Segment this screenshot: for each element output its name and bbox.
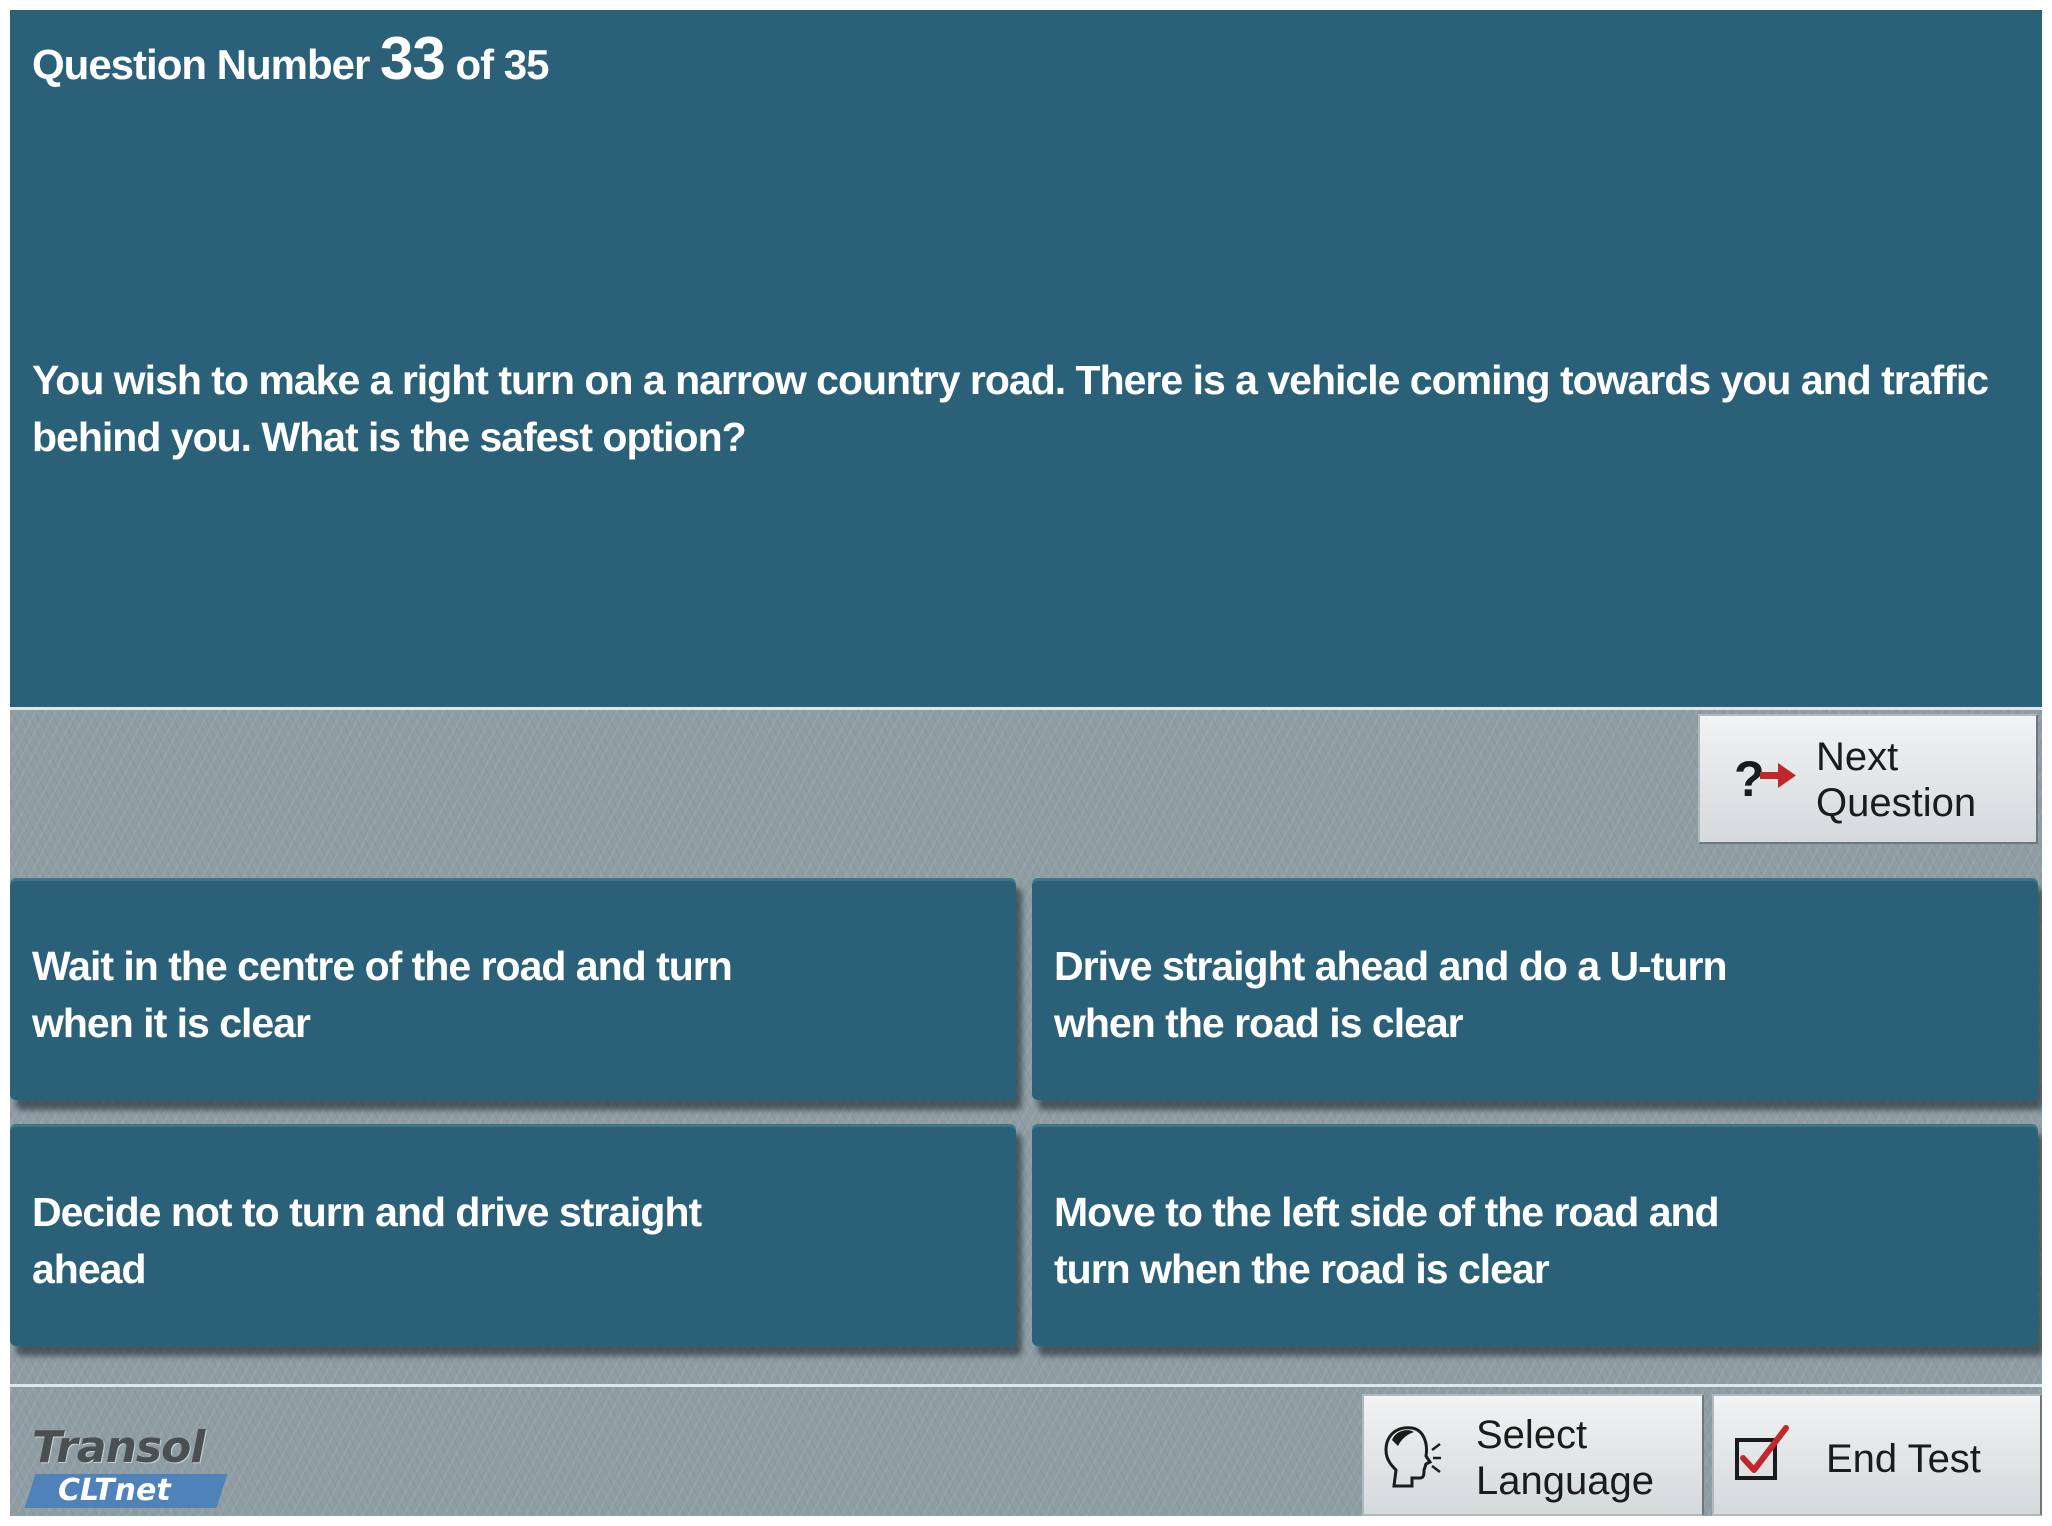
next-question-label: Next Question [1816,734,1976,826]
question-number-header: Question Number 33 of 35 [32,24,550,93]
answer-option-4-line2: turn when the road is clear [1054,1246,1550,1292]
logo-sub-text: CLTnet [58,1473,171,1508]
answer-option-3-text: Decide not to turn and drive straight ah… [32,1184,972,1298]
select-language-label-line1: Select [1476,1413,1588,1457]
select-language-label-line2: Language [1476,1459,1654,1503]
logo-brand-text: Transol [32,1422,205,1473]
question-number-of: of [455,41,494,88]
answer-option-4-text: Move to the left side of the road and tu… [1054,1184,1994,1298]
answer-option-3-line1: Decide not to turn and drive straight [32,1189,702,1235]
question-number-current: 33 [380,25,446,92]
question-text: You wish to make a right turn on a narro… [32,357,1989,460]
checkbox-checked-icon [1735,1425,1789,1480]
question-number-total: 35 [503,41,550,88]
answer-option-4-line1: Move to the left side of the road and [1054,1189,1720,1235]
answer-option-2-line1: Drive straight ahead and do a U-turn [1054,943,1727,989]
answer-option-3[interactable]: Decide not to turn and drive straight ah… [10,1124,1016,1346]
next-question-button[interactable]: ? Next Question [1698,714,2038,844]
footer-divider [10,1384,2042,1387]
answer-option-1[interactable]: Wait in the centre of the road and turn … [10,878,1016,1100]
svg-text:?: ? [1734,751,1765,806]
answer-option-1-text: Wait in the centre of the road and turn … [32,938,972,1052]
next-question-label-line2: Question [1816,781,1977,825]
answer-option-2[interactable]: Drive straight ahead and do a U-turn whe… [1032,878,2038,1100]
answer-option-2-line2: when the road is clear [1054,1000,1464,1046]
answer-option-4[interactable]: Move to the left side of the road and tu… [1032,1124,2038,1346]
question-number-prefix: Question Number [32,41,370,88]
answer-option-2-text: Drive straight ahead and do a U-turn whe… [1054,938,1994,1052]
transol-cltnet-logo: Transol CLTnet [20,1422,240,1508]
select-language-label: Select Language [1476,1412,1654,1504]
end-test-button[interactable]: End Test [1712,1394,2042,1516]
speaking-head-icon [1384,1426,1441,1488]
next-question-label-line1: Next [1816,735,1899,779]
answer-option-3-line2: ahead [32,1246,146,1292]
end-test-label: End Test [1826,1437,1981,1481]
answer-option-1-line1: Wait in the centre of the road and turn [32,943,733,989]
test-window: Question Number 33 of 35 You wish to mak… [10,10,2042,1516]
answer-option-1-line2: when it is clear [32,1000,311,1046]
question-panel: Question Number 33 of 35 You wish to mak… [10,10,2042,710]
select-language-button[interactable]: Select Language [1362,1394,1704,1516]
question-arrow-icon: ? [1734,751,1796,806]
